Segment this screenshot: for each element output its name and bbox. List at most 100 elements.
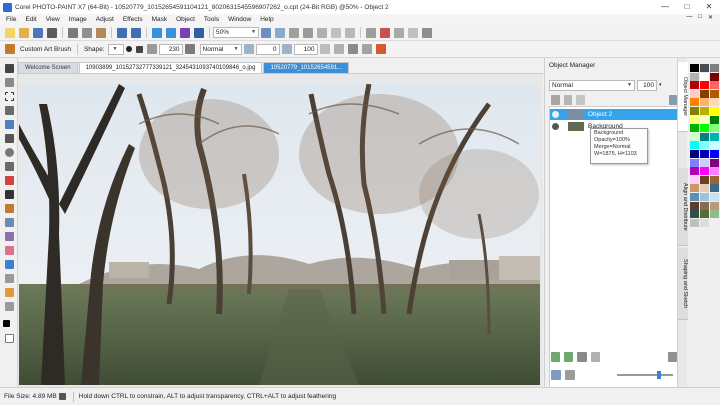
color-swatch[interactable]: [710, 150, 719, 158]
eyedropper-tool[interactable]: [3, 162, 15, 172]
stylus-icon[interactable]: [361, 44, 372, 54]
tab-document-1[interactable]: 10903899_10152732777339121_3245431093740…: [78, 62, 263, 73]
guidelines-icon[interactable]: [331, 27, 341, 38]
color-swatch[interactable]: [710, 72, 719, 81]
tab-document-2[interactable]: 10520779_10152654591...: [263, 62, 350, 73]
round-nib-icon[interactable]: [125, 46, 132, 52]
lock-icon[interactable]: [551, 94, 560, 105]
color-swatch[interactable]: [690, 184, 699, 193]
color-swatch[interactable]: [710, 201, 719, 210]
menu-object[interactable]: Object: [176, 16, 195, 23]
color-swatch[interactable]: [710, 64, 719, 72]
full-screen-icon[interactable]: [289, 27, 299, 38]
color-swatch[interactable]: [700, 150, 709, 158]
color-swatch[interactable]: [710, 115, 719, 124]
clip-mask-icon[interactable]: [577, 351, 587, 362]
new-object-icon[interactable]: [551, 351, 561, 362]
color-swatch[interactable]: [690, 193, 699, 201]
color-swatch[interactable]: [710, 193, 719, 201]
new-lens-icon[interactable]: [564, 351, 574, 362]
zoom-level-select[interactable]: 50% ▼: [213, 27, 259, 38]
eye-icon[interactable]: [552, 123, 559, 130]
color-swatch[interactable]: [710, 141, 719, 150]
object-row-object-2[interactable]: Object 2: [550, 109, 678, 120]
color-swatch[interactable]: [690, 81, 699, 90]
effect-tool[interactable]: [3, 218, 15, 228]
menu-image[interactable]: Image: [69, 16, 87, 23]
pan-tool[interactable]: [3, 302, 15, 312]
stroke-options-icon[interactable]: [375, 44, 386, 54]
rectangle-mask-tool[interactable]: [3, 92, 15, 102]
color-swatch[interactable]: [700, 175, 709, 184]
menu-file[interactable]: File: [6, 16, 16, 23]
color-swatch[interactable]: [710, 175, 719, 184]
redo-icon[interactable]: [131, 27, 141, 38]
color-swatch[interactable]: [690, 175, 699, 184]
om-opacity-input[interactable]: 100: [637, 80, 657, 91]
cut-icon[interactable]: [68, 27, 78, 38]
color-swatch[interactable]: [690, 98, 699, 107]
color-swatch[interactable]: [690, 158, 699, 167]
color-swatch[interactable]: [690, 132, 699, 141]
menu-tools[interactable]: Tools: [204, 16, 219, 23]
red-eye-tool[interactable]: [3, 176, 15, 186]
paint-tool[interactable]: [3, 204, 15, 214]
swap-colors-tool[interactable]: [3, 334, 15, 344]
combine-icon[interactable]: [590, 351, 600, 362]
crop-tool[interactable]: [3, 134, 15, 144]
color-swatch[interactable]: [700, 81, 709, 90]
square-nib-icon[interactable]: [135, 45, 143, 53]
color-swatch[interactable]: [710, 167, 719, 176]
print-icon[interactable]: [47, 27, 57, 38]
color-swatch[interactable]: [700, 98, 709, 107]
color-swatch[interactable]: [700, 218, 709, 227]
color-swatch[interactable]: [710, 98, 719, 107]
color-swatch[interactable]: [710, 89, 719, 98]
menu-edit[interactable]: Edit: [25, 16, 36, 23]
menu-window[interactable]: Window: [228, 16, 251, 23]
color-swatch[interactable]: [710, 132, 719, 141]
thumbnail-size-icon[interactable]: [565, 369, 575, 380]
close-button[interactable]: ✕: [698, 0, 720, 14]
color-swatch-tool[interactable]: [3, 320, 15, 330]
color-swatch[interactable]: [710, 81, 719, 90]
eraser-tool[interactable]: [3, 246, 15, 256]
om-merge-mode-select[interactable]: Normal ▼: [549, 80, 635, 91]
menu-adjust[interactable]: Adjust: [96, 16, 114, 23]
undo-icon[interactable]: [117, 27, 127, 38]
nib-options-icon[interactable]: [184, 44, 195, 54]
save-icon[interactable]: [33, 27, 43, 38]
layer-mode-icon[interactable]: [563, 94, 572, 105]
color-swatch[interactable]: [700, 124, 709, 133]
snap-to-icon[interactable]: [345, 27, 355, 38]
color-swatch[interactable]: [690, 141, 699, 150]
doc-minimize-button[interactable]: —: [686, 14, 692, 21]
mask-overlay-icon[interactable]: [380, 27, 390, 38]
color-swatch[interactable]: [700, 193, 709, 201]
maximize-button[interactable]: □: [676, 0, 698, 14]
menu-help[interactable]: Help: [260, 16, 273, 23]
freehand-mask-tool[interactable]: [3, 106, 15, 116]
color-swatch[interactable]: [700, 89, 709, 98]
color-swatch[interactable]: [690, 89, 699, 98]
photo-image[interactable]: [19, 84, 540, 385]
zoom-tool[interactable]: [3, 148, 15, 158]
color-swatch[interactable]: [700, 64, 709, 72]
lens-icon[interactable]: [408, 27, 418, 38]
menu-effects[interactable]: Effects: [123, 16, 143, 23]
rulers-icon[interactable]: [303, 27, 313, 38]
color-swatch[interactable]: [710, 107, 719, 115]
application-launcher-icon[interactable]: [194, 27, 204, 38]
zoom-100-icon[interactable]: [275, 27, 285, 38]
magic-wand-tool[interactable]: [3, 120, 15, 130]
doc-restore-button[interactable]: □: [698, 14, 702, 21]
color-swatch[interactable]: [690, 64, 699, 72]
import-icon[interactable]: [152, 27, 162, 38]
paste-icon[interactable]: [96, 27, 106, 38]
color-swatch[interactable]: [700, 115, 709, 124]
open-folder-icon[interactable]: [19, 27, 29, 38]
color-swatch[interactable]: [710, 184, 719, 193]
color-swatch[interactable]: [700, 210, 709, 219]
canvas-area[interactable]: [18, 73, 543, 387]
clone-tool[interactable]: [3, 232, 15, 242]
